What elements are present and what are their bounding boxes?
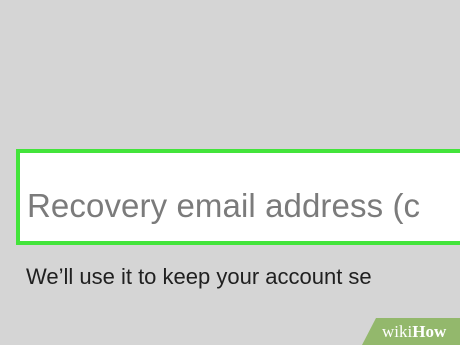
recovery-email-field[interactable]: Recovery email address (c (20, 153, 460, 241)
wikihow-watermark: wikiHow (362, 318, 460, 345)
wikihow-logo-prefix: wiki (382, 322, 413, 341)
wikihow-logo-text: wikiHow (382, 322, 446, 342)
wikihow-logo-suffix: How (412, 322, 447, 341)
recovery-email-placeholder: Recovery email address (c (27, 187, 421, 224)
recovery-email-helper-text: We’ll use it to keep your account se (26, 264, 372, 289)
